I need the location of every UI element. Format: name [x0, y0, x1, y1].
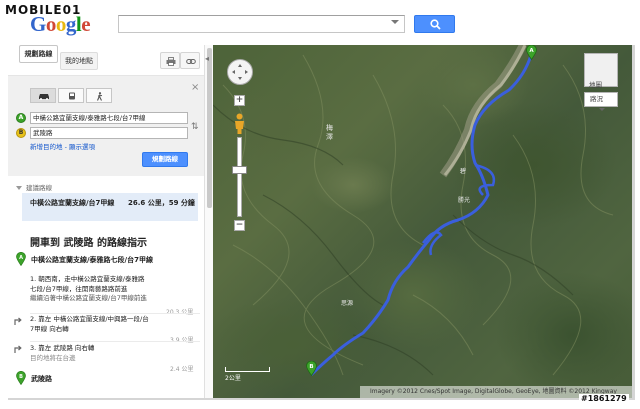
link-icon [186, 59, 196, 64]
search-button[interactable] [414, 15, 455, 33]
direction-step[interactable]: 3. 靠左 武陵路 向右轉 目的地將在台邊 [30, 344, 200, 363]
satellite-map[interactable]: 梅 澤 碧 勝光 思源 A B + − 2公里 地圖 路況 Imagery ©2… [213, 45, 632, 398]
svg-text:勝光: 勝光 [458, 196, 470, 204]
car-icon [39, 94, 49, 100]
scrollbar-thumb[interactable] [207, 48, 212, 208]
svg-text:澤: 澤 [326, 132, 333, 141]
route-option[interactable]: 中橫公路宜蘭支線/台7甲線 26.6 公里，59 分鐘 [22, 193, 198, 221]
destination-input[interactable]: 武陵路 [30, 127, 188, 139]
origin-marker-icon: A [16, 113, 26, 123]
divider [30, 313, 200, 314]
svg-text:A: A [19, 255, 23, 261]
origin-input[interactable]: 中橫公路宜蘭支線/泰雅路七段/台7甲線 [30, 112, 188, 124]
svg-text:碧: 碧 [460, 167, 466, 175]
svg-text:A: A [529, 48, 534, 54]
suggested-routes-label: 建議路線 [26, 184, 52, 192]
mode-transit-button[interactable] [58, 88, 84, 103]
directions-heading: 開車到 武陵路 的路線指示 [30, 238, 147, 249]
map-scale: 2公里 [225, 366, 270, 382]
divider [30, 341, 200, 342]
route-line [309, 54, 533, 377]
step-distance: 3.9 公里 [170, 335, 193, 344]
svg-text:思源: 思源 [341, 299, 353, 307]
step-text: 1. 朝西南，走中橫公路宜蘭支線/泰雅路 [30, 275, 145, 283]
print-icon [166, 57, 176, 66]
zoom-slider-thumb[interactable] [232, 166, 247, 174]
directions-panel: 規劃路線 我的地點 × A 中橫公路宜蘭支線/泰雅路七段/台7甲線 B 武陵路 … [8, 45, 204, 398]
zoom-in-button[interactable]: + [234, 95, 245, 106]
pan-control[interactable] [227, 59, 253, 85]
swap-icon[interactable]: ⇅ [191, 122, 199, 132]
step-text: 7甲線 向右轉 [30, 324, 69, 333]
traffic-label: 路況 [590, 95, 603, 103]
close-icon[interactable]: × [191, 82, 199, 93]
pegman-icon[interactable] [233, 113, 246, 135]
show-options-link[interactable]: 顯示選項 [69, 143, 95, 151]
get-directions-button[interactable]: 規劃路線 [142, 152, 188, 167]
direction-step[interactable]: 2. 靠左 中橫公路宜蘭支線/中興路一段/台 7甲線 向右轉 [30, 315, 200, 334]
map-pin-b-icon[interactable]: B [306, 361, 317, 376]
start-pin-icon: A [16, 252, 26, 266]
route-name: 中橫公路宜蘭支線/台7甲線 [30, 199, 115, 207]
walking-icon [96, 92, 103, 101]
map-pin-a-icon[interactable]: A [526, 45, 537, 60]
watermark-bottom: #1861279 [579, 394, 629, 403]
scale-label: 2公里 [225, 375, 241, 382]
tab-my-places[interactable]: 我的地點 [60, 52, 98, 70]
svg-text:梅: 梅 [326, 123, 333, 132]
start-address: 中橫公路宜蘭支線/泰雅路七段/台7甲線 [31, 256, 153, 264]
turn-right-icon [14, 345, 22, 353]
scale-bar [225, 367, 270, 372]
add-destination-link[interactable]: 新增目的地 [30, 143, 63, 151]
frame-edge [632, 45, 635, 400]
svg-text:B: B [19, 374, 23, 380]
map-type-label: 地圖 [589, 81, 602, 89]
terrain-ridges: 梅 澤 碧 勝光 思源 [213, 45, 614, 377]
logo-letter: o [45, 12, 57, 36]
search-dropdown-icon[interactable] [391, 20, 399, 24]
chevron-down-icon [16, 186, 22, 190]
tab-directions[interactable]: 規劃路線 [19, 45, 58, 63]
mode-walking-button[interactable] [86, 88, 112, 103]
form-links: 新增目的地 - 顯示選項 [30, 141, 95, 151]
search-icon [430, 19, 441, 30]
traffic-layer-button[interactable]: 路況 [584, 92, 618, 111]
logo-letter: e [81, 12, 91, 36]
bus-icon [69, 92, 75, 100]
step-text: 2. 靠左 中橫公路宜蘭支線/中興路一段/台 [30, 315, 149, 323]
zoom-slider-track[interactable] [237, 137, 242, 217]
print-button[interactable] [160, 52, 180, 69]
direction-step[interactable]: 1. 朝西南，走中橫公路宜蘭支線/泰雅路 七段/台7甲線，往開南藝路路前進 繼續… [30, 275, 200, 304]
logo-letter: o [55, 12, 67, 36]
logo-letter: G [30, 12, 46, 36]
pan-arrows-icon [232, 64, 248, 80]
step-text: 3. 靠左 武陵路 向右轉 [30, 344, 95, 352]
step-text: 七段/台7甲線，往開南藝路路前進 [30, 284, 128, 293]
chevron-down-icon [599, 108, 605, 111]
link-button[interactable] [180, 52, 200, 69]
panel-scrollbar[interactable] [204, 45, 213, 398]
collapse-panel-icon[interactable]: ◂ [205, 54, 209, 63]
end-address: 武陵路 [31, 375, 52, 383]
search-input[interactable] [118, 15, 405, 33]
suggested-routes-toggle[interactable]: 建議路線 [16, 182, 52, 192]
google-logo[interactable]: Google [30, 12, 91, 37]
route-stats: 26.6 公里，59 分鐘 [128, 199, 195, 207]
svg-text:B: B [309, 364, 313, 370]
turn-right-icon [14, 317, 22, 325]
logo-letter: g [65, 12, 77, 36]
destination-marker-icon: B [16, 128, 26, 138]
step-note: 目的地將在台邊 [30, 353, 76, 362]
frame-edge [8, 398, 632, 400]
zoom-out-button[interactable]: − [234, 220, 245, 231]
mode-driving-button[interactable] [30, 88, 56, 103]
step-note: 繼續沿著中橫公路宜蘭支線/台7甲線前進 [30, 294, 147, 302]
step-distance: 2.4 公里 [170, 366, 194, 373]
end-pin-icon: B [16, 371, 26, 385]
